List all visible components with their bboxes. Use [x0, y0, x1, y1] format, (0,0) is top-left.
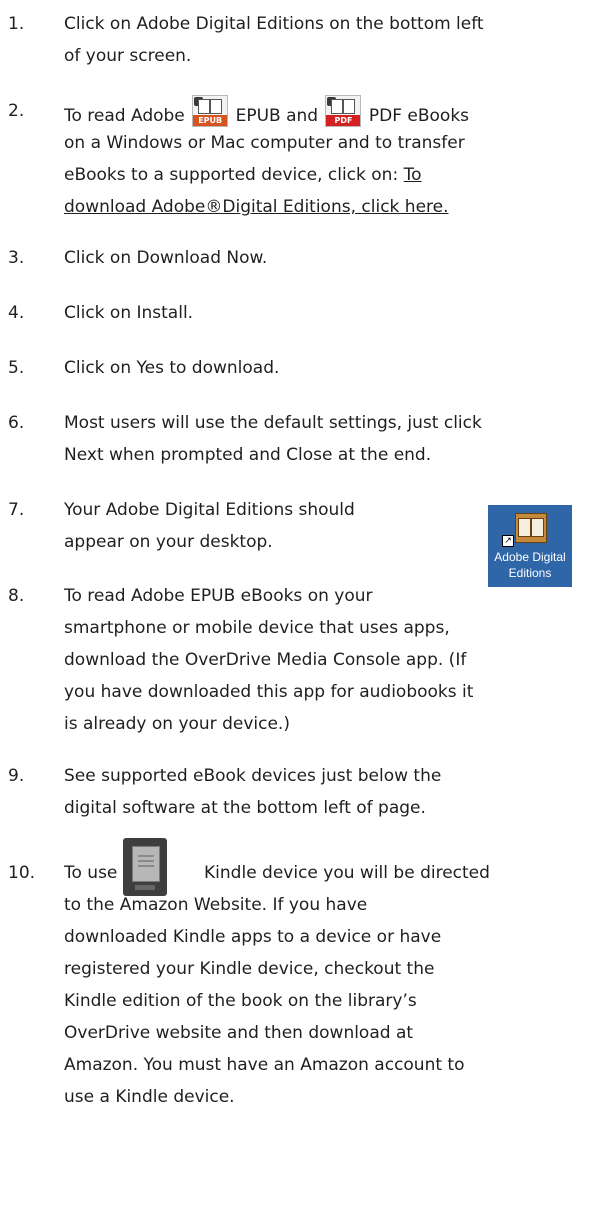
pdf-book-icon: PDF [325, 95, 362, 127]
step-number: 4. [8, 303, 25, 323]
step-number: 10. [8, 863, 36, 883]
step-text: smartphone or mobile device that uses ap… [64, 618, 450, 638]
step-text-part: To read Adobe [64, 106, 191, 126]
step-text: of your screen. [64, 46, 192, 66]
epub-badge: EPUB [193, 115, 228, 126]
desktop-icon-label-line: Adobe Digital [494, 550, 566, 564]
download-link[interactable]: To [404, 165, 422, 185]
step-text: Most users will use the default settings… [64, 413, 482, 433]
step-number: 1. [8, 14, 25, 34]
step-text-part: eBooks to a supported device, click on: [64, 165, 404, 185]
desktop-icon-label: Adobe Digital Editions [488, 549, 572, 581]
step-text-part: Kindle device you will be directed [198, 863, 490, 883]
step-text: Amazon. You must have an Amazon account … [64, 1055, 465, 1075]
step-text: download the OverDrive Media Console app… [64, 650, 467, 670]
step-text-part: PDF eBooks [363, 106, 470, 126]
step-text: To read Adobe EPUB eBooks on your [64, 586, 373, 606]
step-number: 8. [8, 586, 25, 606]
step-text: Your Adobe Digital Editions should [64, 500, 355, 520]
step-text: is already on your device.) [64, 714, 290, 734]
step-text: on a Windows or Mac computer and to tran… [64, 133, 465, 153]
step-text: Click on Adobe Digital Editions on the b… [64, 14, 484, 34]
shortcut-arrow-icon: ↗ [502, 535, 514, 547]
download-link[interactable]: download Adobe®Digital Editions, click h… [64, 191, 449, 223]
step-text: you have downloaded this app for audiobo… [64, 682, 474, 702]
kindle-screen [132, 846, 160, 882]
step-number: 2. [8, 101, 25, 121]
step-number: 5. [8, 358, 25, 378]
step-number: 6. [8, 413, 25, 433]
step-text: digital software at the bottom left of p… [64, 798, 426, 818]
step-number: 9. [8, 766, 25, 786]
step-text: See supported eBook devices just below t… [64, 766, 442, 786]
step-text: Click on Download Now. [64, 248, 268, 268]
step-text: registered your Kindle device, checkout … [64, 959, 435, 979]
step-text: eBooks to a supported device, click on: … [64, 159, 422, 191]
step-text: Click on Install. [64, 303, 194, 323]
step-text: Click on Yes to download. [64, 358, 280, 378]
step-number: 3. [8, 248, 25, 268]
kindle-device-icon [123, 838, 167, 896]
book-icon [515, 513, 547, 543]
pdf-badge: PDF [326, 115, 361, 126]
desktop-icon-label-line: Editions [508, 566, 552, 580]
step-text: use a Kindle device. [64, 1087, 235, 1107]
step-text: Next when prompted and Close at the end. [64, 445, 432, 465]
step-text: downloaded Kindle apps to a device or ha… [64, 927, 442, 947]
step-text: to the Amazon Website. If you have [64, 895, 368, 915]
step-text: OverDrive website and then download at [64, 1023, 414, 1043]
adobe-digital-editions-desktop-icon: ↗ Adobe Digital Editions [488, 505, 572, 587]
kindle-keyboard [135, 885, 155, 890]
step-number: 7. [8, 500, 25, 520]
step-text: Kindle edition of the book on the librar… [64, 991, 417, 1011]
epub-book-icon: EPUB [192, 95, 229, 127]
step-text: appear on your desktop. [64, 532, 273, 552]
step-text-part: EPUB and [230, 106, 324, 126]
